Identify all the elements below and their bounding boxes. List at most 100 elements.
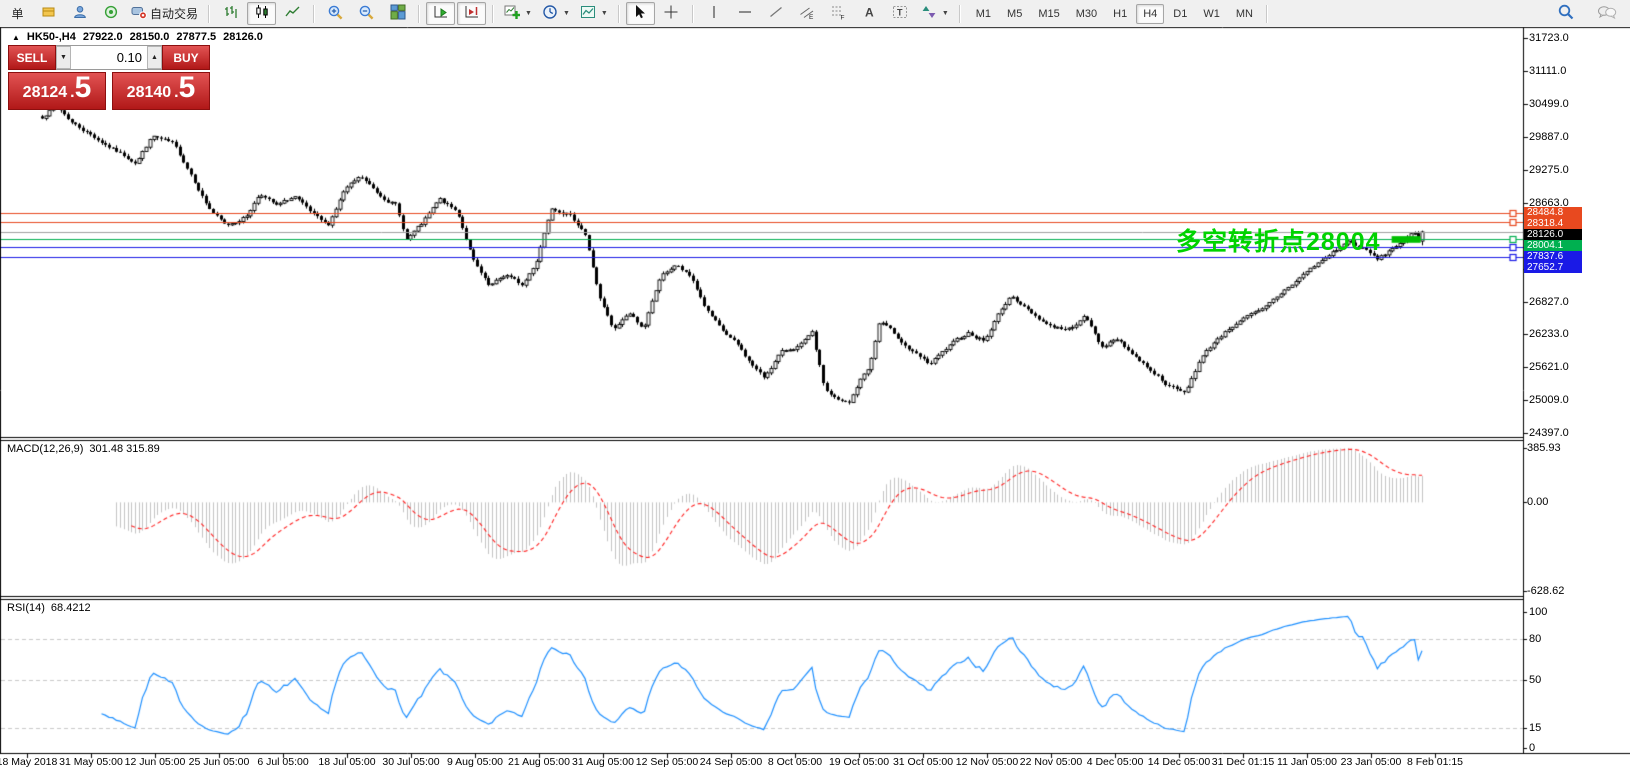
zoom-in-icon bbox=[327, 4, 344, 24]
templates-button[interactable]: ▼ bbox=[576, 2, 612, 25]
timeframe-d1[interactable]: D1 bbox=[1166, 4, 1194, 24]
vertical-line-icon bbox=[706, 4, 722, 23]
symbol-period-label: HK50-,H4 bbox=[27, 31, 76, 43]
time-axis-label: 31 Dec 01:15 bbox=[1212, 756, 1274, 768]
time-axis-label: 21 Aug 05:00 bbox=[508, 756, 570, 768]
templates-icon bbox=[580, 4, 596, 23]
channel-button[interactable]: E bbox=[793, 2, 822, 25]
timeframe-m5[interactable]: M5 bbox=[1000, 4, 1029, 24]
macd-axis-tick-label: -628.62 bbox=[1527, 585, 1564, 597]
horizontal-line-button[interactable] bbox=[731, 2, 760, 25]
quotes-button[interactable] bbox=[34, 2, 63, 25]
time-axis-label: 11 Jan 05:00 bbox=[1277, 756, 1337, 768]
price-axis-tick-label: 26233.0 bbox=[1529, 328, 1569, 340]
crosshair-icon bbox=[663, 4, 679, 23]
text-label-icon: T bbox=[892, 4, 908, 23]
chevron-down-icon: ▼ bbox=[601, 10, 608, 17]
chat-button[interactable] bbox=[1592, 2, 1621, 25]
toolbar-separator bbox=[492, 5, 494, 23]
chevron-down-icon: ▼ bbox=[942, 10, 949, 17]
chevron-down-icon: ▼ bbox=[563, 10, 570, 17]
line-chart-button[interactable] bbox=[278, 2, 307, 25]
chart-shift-icon bbox=[464, 4, 480, 23]
auto-scroll-icon bbox=[433, 4, 449, 23]
sell-button[interactable]: SELL bbox=[8, 45, 56, 70]
time-axis-label: 25 Jun 05:00 bbox=[189, 756, 250, 768]
buy-price-pip: 5 bbox=[179, 73, 196, 103]
bar-chart-button[interactable] bbox=[216, 2, 245, 25]
search-icon bbox=[1557, 3, 1575, 24]
chart-shift-button[interactable] bbox=[457, 2, 486, 25]
trendline-icon bbox=[768, 4, 784, 23]
quotes-icon bbox=[41, 4, 57, 23]
timeframe-h1[interactable]: H1 bbox=[1106, 4, 1134, 24]
autotrading-icon bbox=[131, 4, 147, 23]
timeframe-mn[interactable]: MN bbox=[1229, 4, 1260, 24]
crosshair-button[interactable] bbox=[657, 2, 686, 25]
data-window-button[interactable] bbox=[96, 2, 125, 25]
indicators-icon bbox=[504, 4, 520, 23]
time-axis-label: 19 Oct 05:00 bbox=[829, 756, 889, 768]
zoom-in-button[interactable] bbox=[321, 2, 350, 25]
open-value: 27922.0 bbox=[83, 31, 123, 43]
chevron-down-icon: ▼ bbox=[525, 10, 532, 17]
time-axis-label: 31 Aug 05:00 bbox=[572, 756, 634, 768]
time-axis-label: 8 Feb 01:15 bbox=[1407, 756, 1463, 768]
buy-button[interactable]: BUY bbox=[162, 45, 210, 70]
shapes-button[interactable]: ▼ bbox=[917, 2, 953, 25]
tile-windows-button[interactable] bbox=[383, 2, 412, 25]
auto-scroll-button[interactable] bbox=[426, 2, 455, 25]
shapes-icon bbox=[921, 4, 937, 23]
tile-windows-icon bbox=[390, 4, 406, 23]
rsi-axis-tick-label: 80 bbox=[1529, 633, 1541, 645]
macd-indicator-label: MACD(12,26,9) 301.48 315.89 bbox=[7, 443, 160, 455]
price-axis-tick-label: 30499.0 bbox=[1529, 98, 1569, 110]
volume-decrease-button[interactable]: ▼ bbox=[56, 46, 71, 69]
vertical-line-button[interactable] bbox=[700, 2, 729, 25]
high-value: 28150.0 bbox=[130, 31, 170, 43]
market-watch-button[interactable] bbox=[65, 2, 94, 25]
volume-increase-button[interactable]: ▲ bbox=[147, 46, 162, 69]
time-axis-label: 8 Oct 05:00 bbox=[768, 756, 822, 768]
timeframe-m30[interactable]: M30 bbox=[1069, 4, 1104, 24]
sell-price[interactable]: 28124 . 5 bbox=[8, 72, 106, 110]
periods-button[interactable]: ▼ bbox=[538, 2, 574, 25]
buy-price[interactable]: 28140 . 5 bbox=[112, 72, 210, 110]
zoom-out-button[interactable] bbox=[352, 2, 381, 25]
timeframe-h4[interactable]: H4 bbox=[1136, 4, 1164, 24]
chart-canvas[interactable] bbox=[0, 0, 1630, 769]
rsi-name: RSI(14) bbox=[7, 602, 45, 614]
toolbar-separator bbox=[418, 5, 420, 23]
timeframe-m1[interactable]: M1 bbox=[969, 4, 998, 24]
candlestick-chart-button[interactable] bbox=[247, 2, 276, 25]
timeframe-m15[interactable]: M15 bbox=[1031, 4, 1066, 24]
chart-annotation-text[interactable]: 多空转折点28004 bbox=[1176, 222, 1381, 258]
bar-chart-icon bbox=[223, 4, 239, 23]
time-axis-label: 14 Dec 05:00 bbox=[1148, 756, 1210, 768]
trendline-button[interactable] bbox=[762, 2, 791, 25]
rsi-axis-tick-label: 15 bbox=[1529, 722, 1541, 734]
timeframe-w1[interactable]: W1 bbox=[1196, 4, 1227, 24]
toolbar-button-label: 自动交易 bbox=[150, 5, 198, 22]
time-axis-label: 22 Nov 05:00 bbox=[1020, 756, 1082, 768]
price-axis-tick-label: 25621.0 bbox=[1529, 361, 1569, 373]
autotrading-button[interactable]: 自动交易 bbox=[127, 2, 202, 25]
toolbar-separator bbox=[313, 5, 315, 23]
time-axis-label: 23 Jan 05:00 bbox=[1341, 756, 1402, 768]
search-button[interactable] bbox=[1551, 2, 1580, 25]
indicators-button[interactable]: ▼ bbox=[500, 2, 536, 25]
volume-input[interactable] bbox=[71, 46, 147, 69]
close-value: 28126.0 bbox=[223, 31, 263, 43]
svg-text:F: F bbox=[841, 15, 845, 21]
price-axis-tick-label: 24397.0 bbox=[1529, 427, 1569, 439]
text-label-button[interactable]: T bbox=[886, 2, 915, 25]
fibonacci-button[interactable]: F bbox=[824, 2, 853, 25]
new-order-button[interactable]: 单 bbox=[3, 2, 32, 25]
price-axis-tick-label: 25009.0 bbox=[1529, 394, 1569, 406]
collapse-panel-icon[interactable]: ▲ bbox=[12, 33, 20, 42]
cursor-button[interactable] bbox=[626, 2, 655, 25]
toolbar-separator bbox=[618, 5, 620, 23]
text-button[interactable]: A bbox=[855, 2, 884, 25]
toolbar-separator bbox=[1266, 5, 1268, 23]
macd-axis-tick-label: 385.93 bbox=[1527, 442, 1561, 454]
